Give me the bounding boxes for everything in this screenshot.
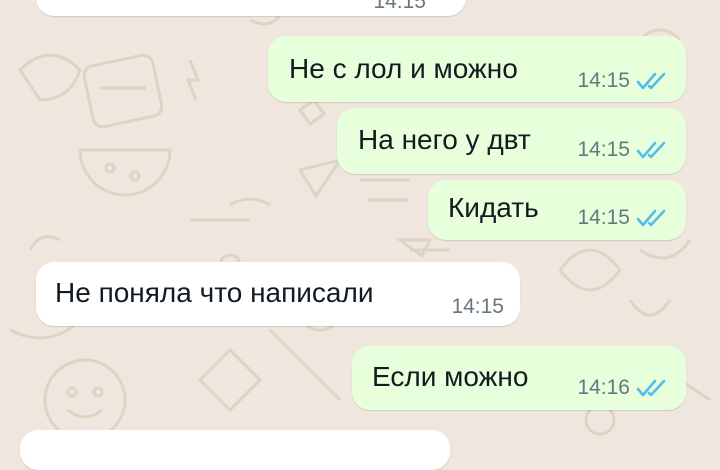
message-time: 14:15: [373, 0, 426, 13]
message-text: Не с лол и можно: [289, 53, 518, 84]
read-double-check-icon: [636, 72, 666, 90]
message-time: 14:15: [577, 206, 630, 229]
message-meta: 14:15: [577, 69, 668, 93]
read-double-check-icon: [636, 209, 666, 227]
message-meta: 14:16: [577, 376, 668, 400]
message-time: 14:15: [577, 69, 630, 92]
message-text: На него у двт: [358, 124, 531, 155]
message-bubble-incoming-partial[interactable]: 14:15: [36, 0, 466, 16]
message-meta: 14:15: [577, 206, 668, 230]
message-time: 14:15: [451, 295, 504, 318]
message-bubble-outgoing[interactable]: Если можно 14:16: [352, 346, 686, 410]
message-time: 14:16: [577, 376, 630, 399]
message-text: Не поняла что написали: [55, 277, 374, 308]
message-bubble-outgoing[interactable]: На него у двт 14:15: [337, 108, 686, 174]
message-bubble-outgoing[interactable]: Кидать 14:15: [428, 180, 686, 240]
message-text: Кидать: [448, 192, 539, 223]
message-bubble-incoming[interactable]: Не поняла что написали 14:15: [36, 262, 520, 326]
message-bubble-incoming-partial[interactable]: [20, 430, 450, 470]
read-double-check-icon: [636, 141, 666, 159]
message-bubble-outgoing[interactable]: Не с лол и можно 14:15: [268, 36, 686, 102]
message-meta: 14:15: [577, 138, 668, 162]
message-text: Если можно: [372, 361, 529, 392]
message-time: 14:15: [577, 138, 630, 161]
read-double-check-icon: [636, 379, 666, 397]
